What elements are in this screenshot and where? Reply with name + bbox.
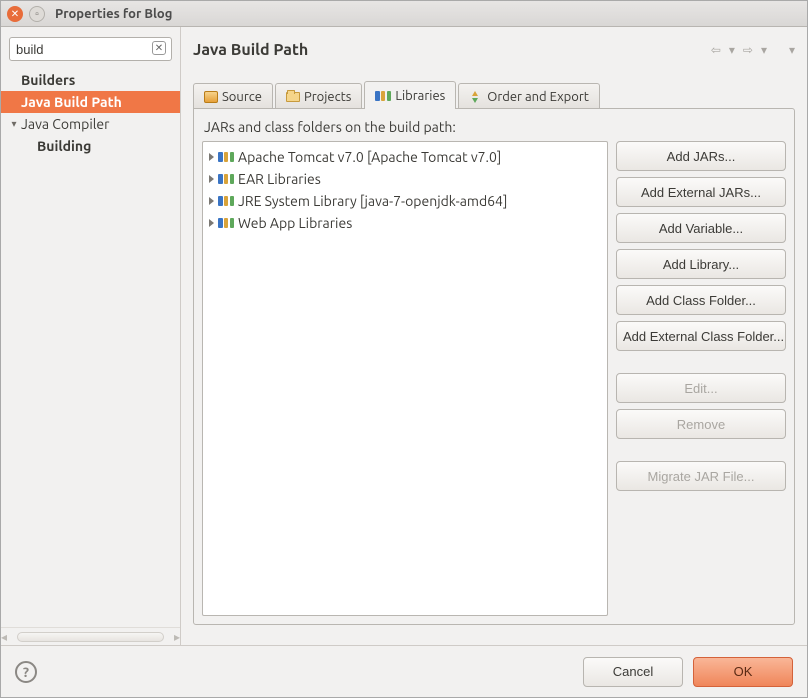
tree-item-label: Building [37, 138, 91, 154]
filter-input[interactable] [9, 37, 172, 61]
tab-libraries[interactable]: Libraries [364, 81, 456, 109]
tree-item-label: Java Build Path [21, 94, 122, 110]
ok-button[interactable]: OK [693, 657, 793, 687]
expand-icon[interactable]: ▾ [7, 118, 21, 130]
forward-icon[interactable]: ⇨ [743, 43, 753, 57]
window-title: Properties for Blog [55, 7, 172, 21]
tab-label: Source [222, 90, 262, 104]
library-item[interactable]: Apache Tomcat v7.0 [Apache Tomcat v7.0] [203, 146, 607, 168]
projects-folder-icon [286, 92, 300, 102]
view-menu-icon[interactable]: ▾ [789, 43, 795, 57]
add-variable-button[interactable]: Add Variable... [616, 213, 786, 243]
library-icon [218, 196, 234, 206]
library-item[interactable]: EAR Libraries [203, 168, 607, 190]
tree-item-label: Builders [21, 72, 75, 88]
tab-projects[interactable]: Projects [275, 83, 362, 109]
help-icon[interactable]: ? [15, 661, 37, 683]
tab-area: Source Projects Libraries Order and Expo… [193, 81, 795, 625]
minimize-icon[interactable]: ▫ [29, 6, 45, 22]
panel-header: Java Build Path ⇦ ▾ ⇨ ▾ ▾ [193, 33, 795, 67]
properties-dialog: ✕ ▫ Properties for Blog ✕ Builders Java B… [0, 0, 808, 698]
forward-menu-icon[interactable]: ▾ [761, 43, 767, 57]
jar-list[interactable]: Apache Tomcat v7.0 [Apache Tomcat v7.0] E… [202, 141, 608, 616]
category-tree[interactable]: BuildersJava Build Path▾Java CompilerBui… [1, 67, 180, 627]
migrate-jar-button: Migrate JAR File... [616, 461, 786, 491]
filter-search-box: ✕ [9, 37, 172, 61]
library-item[interactable]: JRE System Library [java-7-openjdk-amd64… [203, 190, 607, 212]
close-icon[interactable]: ✕ [7, 6, 23, 22]
library-label: Apache Tomcat v7.0 [Apache Tomcat v7.0] [238, 149, 501, 165]
library-label: JRE System Library [java-7-openjdk-amd64… [238, 193, 507, 209]
libraries-icon [375, 91, 391, 101]
library-icon [218, 174, 234, 184]
dialog-button-bar: ? Cancel OK [1, 645, 807, 697]
tree-item[interactable]: Java Build Path [1, 91, 180, 113]
sidebar-scrollbar[interactable]: ◂ ▸ [1, 627, 180, 645]
tabstrip: Source Projects Libraries Order and Expo… [193, 81, 795, 109]
add-jars-button[interactable]: Add JARs... [616, 141, 786, 171]
add-library-button[interactable]: Add Library... [616, 249, 786, 279]
scroll-thumb[interactable] [17, 632, 164, 642]
library-label: Web App Libraries [238, 215, 352, 231]
tree-item[interactable]: ▾Java Compiler [1, 113, 180, 135]
tab-source[interactable]: Source [193, 83, 273, 109]
scroll-right-icon[interactable]: ▸ [174, 630, 180, 644]
tab-label: Libraries [395, 89, 445, 103]
content-area: ✕ BuildersJava Build Path▾Java CompilerB… [1, 27, 807, 645]
titlebar: ✕ ▫ Properties for Blog [1, 1, 807, 27]
history-nav: ⇦ ▾ ⇨ ▾ ▾ [711, 43, 795, 57]
tab-body: JARs and class folders on the build path… [193, 108, 795, 625]
library-label: EAR Libraries [238, 171, 321, 187]
add-external-jars-button[interactable]: Add External JARs... [616, 177, 786, 207]
tree-item-label: Java Compiler [21, 116, 109, 132]
library-icon [218, 152, 234, 162]
remove-button: Remove [616, 409, 786, 439]
order-export-icon [469, 91, 483, 103]
library-icon [218, 218, 234, 228]
library-item[interactable]: Web App Libraries [203, 212, 607, 234]
expand-icon[interactable] [209, 175, 214, 183]
tab-label: Projects [304, 90, 351, 104]
expand-icon[interactable] [209, 197, 214, 205]
tab-order-export[interactable]: Order and Export [458, 83, 600, 109]
tab-label: Order and Export [487, 90, 589, 104]
sidebar: ✕ BuildersJava Build Path▾Java CompilerB… [1, 27, 181, 645]
cancel-button[interactable]: Cancel [583, 657, 683, 687]
main-panel: Java Build Path ⇦ ▾ ⇨ ▾ ▾ Source [181, 27, 807, 645]
scroll-left-icon[interactable]: ◂ [1, 630, 7, 644]
back-menu-icon[interactable]: ▾ [729, 43, 735, 57]
expand-icon[interactable] [209, 219, 214, 227]
tree-item[interactable]: Building [1, 135, 180, 157]
source-folder-icon [204, 91, 218, 103]
back-icon[interactable]: ⇦ [711, 43, 721, 57]
clear-filter-icon[interactable]: ✕ [152, 41, 166, 55]
add-external-class-folder-button[interactable]: Add External Class Folder... [616, 321, 786, 351]
expand-icon[interactable] [209, 153, 214, 161]
page-title: Java Build Path [193, 41, 308, 59]
add-class-folder-button[interactable]: Add Class Folder... [616, 285, 786, 315]
tab-description: JARs and class folders on the build path… [204, 119, 786, 135]
tree-item[interactable]: Builders [1, 69, 180, 91]
edit-button: Edit... [616, 373, 786, 403]
button-column: Add JARs... Add External JARs... Add Var… [616, 141, 786, 616]
